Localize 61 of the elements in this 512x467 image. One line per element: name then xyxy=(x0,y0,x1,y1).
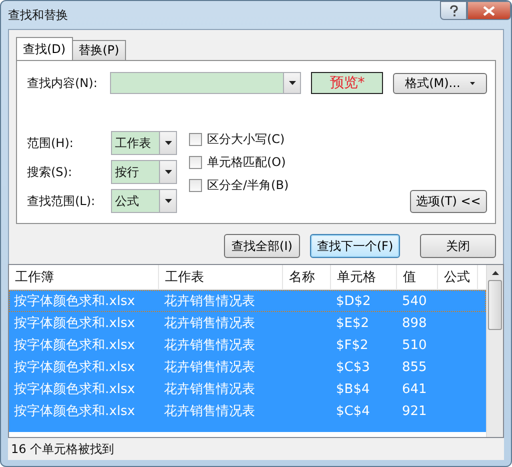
column-header[interactable]: 值 xyxy=(397,265,438,289)
format-button[interactable]: 格式(M)... xyxy=(393,72,488,94)
table-cell: 510 xyxy=(402,338,427,352)
table-cell: 898 xyxy=(402,316,427,330)
checkbox-label: 单元格匹配(O) xyxy=(207,154,286,171)
table-cell: 按字体颜色求和.xlsx xyxy=(14,338,135,353)
column-header[interactable]: 工作表 xyxy=(159,265,283,289)
close-button[interactable] xyxy=(467,1,511,20)
option-label: 查找范围(L): xyxy=(27,192,96,210)
table-cell: 按字体颜色求和.xlsx xyxy=(14,382,135,397)
checkbox-label: 区分全/半角(B) xyxy=(207,177,289,194)
table-cell: 花卉销售情况表 xyxy=(164,294,255,309)
table-cell: 按字体颜色求和.xlsx xyxy=(14,404,135,419)
tab[interactable]: 替换(P) xyxy=(72,40,126,60)
table-cell: $D$2 xyxy=(336,294,371,308)
options-button[interactable]: 选项(T) << xyxy=(410,190,487,213)
table-cell: 花卉销售情况表 xyxy=(164,360,255,375)
find-label: 查找内容(N): xyxy=(27,74,98,92)
option-label: 搜索(S): xyxy=(27,164,74,180)
table-cell: 855 xyxy=(402,360,427,374)
table-cell: 花卉销售情况表 xyxy=(164,404,255,419)
help-button[interactable] xyxy=(440,1,467,20)
option-dropdown[interactable]: 按行 xyxy=(111,160,177,184)
table-cell: $C$4 xyxy=(336,404,370,418)
option-dropdown[interactable]: 工作表 xyxy=(111,131,177,155)
table-cell: 按字体颜色求和.xlsx xyxy=(14,316,135,331)
table-cell: 花卉销售情况表 xyxy=(164,338,255,353)
table-cell: $C$3 xyxy=(336,360,370,374)
table-cell: 921 xyxy=(402,404,427,418)
checkbox-label: 区分大小写(C) xyxy=(207,131,285,148)
table-cell: 540 xyxy=(402,294,427,308)
column-header[interactable]: 单元格 xyxy=(331,265,397,289)
window-title: 查找和替换 xyxy=(8,6,68,24)
column-header[interactable]: 工作簿 xyxy=(9,265,159,289)
table-cell: 花卉销售情况表 xyxy=(164,316,255,331)
checkbox[interactable] xyxy=(189,156,202,169)
column-header[interactable]: 名称 xyxy=(283,265,331,289)
scroll-up-icon[interactable] xyxy=(492,271,498,275)
scroll-thumb[interactable] xyxy=(488,280,502,330)
scrollbar[interactable] xyxy=(486,265,503,437)
table-cell: $F$2 xyxy=(336,338,368,352)
table-cell: 花卉销售情况表 xyxy=(164,382,255,397)
dialog-button[interactable]: 查找下一个(F) xyxy=(310,234,400,258)
table-cell: 按字体颜色求和.xlsx xyxy=(14,360,135,375)
format-preview: 预览* xyxy=(311,72,384,94)
caret-icon xyxy=(470,82,476,84)
column-header[interactable]: 公式 xyxy=(438,265,478,289)
option-dropdown[interactable]: 公式 xyxy=(111,189,177,213)
option-label: 范围(H): xyxy=(27,134,74,152)
dialog-button[interactable]: 关闭 xyxy=(420,234,496,258)
table-cell: $B$4 xyxy=(336,382,370,396)
dialog-button[interactable]: 查找全部(I) xyxy=(224,234,300,258)
close-icon xyxy=(483,6,495,16)
table-cell: 按字体颜色求和.xlsx xyxy=(14,294,135,309)
status-text: 16 个单元格被找到 xyxy=(11,440,114,458)
tab[interactable]: 查找(D) xyxy=(16,37,73,60)
checkbox[interactable] xyxy=(189,179,202,192)
table-cell: 641 xyxy=(402,382,427,396)
checkbox[interactable] xyxy=(189,133,202,146)
question-mark-icon xyxy=(448,4,458,16)
table-cell: $E$2 xyxy=(336,316,370,330)
